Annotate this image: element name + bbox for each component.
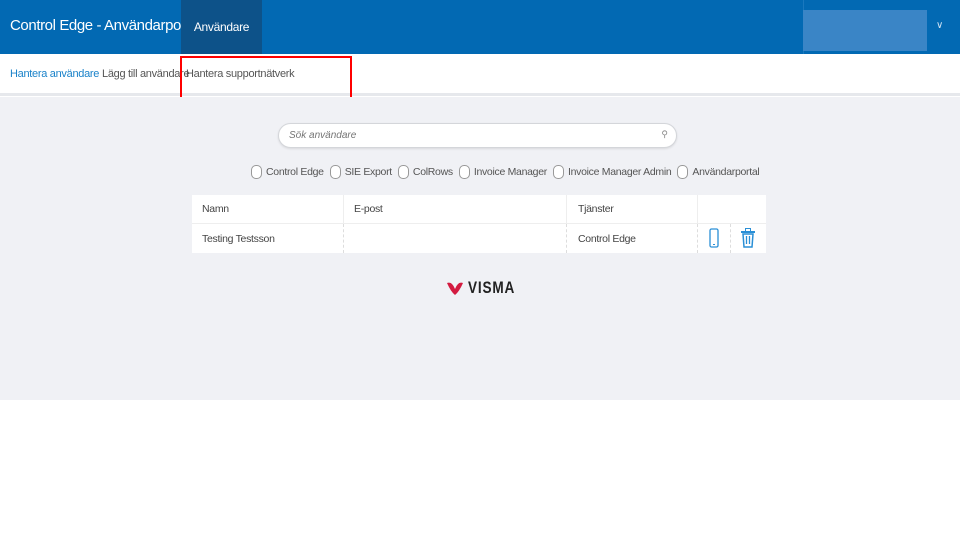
filter-invoice-manager[interactable]: Invoice Manager (458, 165, 547, 179)
highlight-box (180, 56, 352, 99)
app-title: Control Edge - Användarportal (10, 17, 201, 34)
filter-sie-export[interactable]: SIE Export (329, 165, 392, 179)
main-content: ⚲ Control Edge SIE Export ColRows Invoic… (0, 97, 960, 400)
mobile-phone-icon[interactable] (709, 228, 719, 248)
filter-control-edge[interactable]: Control Edge (251, 165, 324, 179)
checkbox[interactable] (397, 165, 409, 179)
service-filters: Control Edge SIE Export ColRows Invoice … (251, 165, 760, 179)
filter-invoice-manager-admin[interactable]: Invoice Manager Admin (552, 165, 672, 179)
search-input[interactable] (289, 124, 649, 147)
checkbox[interactable] (251, 165, 262, 179)
subnav-add-user[interactable]: Lägg till användare (102, 68, 190, 80)
search-icon[interactable]: ⚲ (661, 129, 668, 140)
filter-anvandarportal[interactable]: Användarportal (677, 165, 760, 179)
checkbox[interactable] (677, 165, 689, 179)
checkbox[interactable] (552, 165, 564, 179)
checkbox[interactable] (329, 165, 341, 179)
row-name: Testing Testsson (202, 233, 275, 245)
checkbox[interactable] (458, 165, 470, 179)
column-header-email[interactable]: E-post (354, 203, 383, 215)
divider (697, 224, 698, 253)
users-table: Namn E-post Tjänster Testing Testsson Co… (192, 195, 766, 253)
divider (697, 195, 698, 223)
user-avatar-area[interactable] (803, 10, 927, 51)
column-header-services[interactable]: Tjänster (578, 203, 614, 215)
visma-logo: VISMA (446, 278, 527, 298)
subnav-manage-users[interactable]: Hantera användare (10, 68, 99, 80)
sub-navigation: Hantera användare Lägg till användare Ha… (0, 54, 960, 96)
divider (343, 195, 344, 223)
trash-icon[interactable] (741, 228, 755, 248)
logo-text: VISMA (468, 278, 516, 297)
divider (730, 224, 731, 253)
top-bar: Control Edge - Användarportal Användare … (0, 0, 960, 54)
tab-anvandare[interactable]: Användare (181, 0, 262, 54)
divider (192, 223, 766, 224)
divider (566, 195, 567, 223)
column-header-name[interactable]: Namn (202, 203, 229, 215)
divider (343, 224, 344, 253)
search-box[interactable]: ⚲ (278, 123, 677, 148)
visma-logo-icon (447, 282, 463, 295)
row-services: Control Edge (578, 233, 636, 245)
divider (566, 224, 567, 253)
filter-colrows[interactable]: ColRows (397, 165, 453, 179)
chevron-down-icon[interactable]: ∨ (936, 20, 943, 31)
